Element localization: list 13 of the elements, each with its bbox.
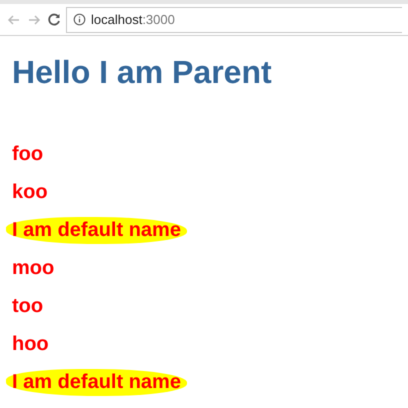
list-text: too <box>11 294 44 318</box>
reload-icon[interactable] <box>46 12 62 28</box>
address-port: :3000 <box>142 12 175 27</box>
list-text: moo <box>11 256 56 280</box>
info-icon[interactable] <box>73 13 86 26</box>
page-heading: Hello I am Parent <box>12 54 273 91</box>
address-host: localhost <box>91 12 142 27</box>
address-bar[interactable]: localhost:3000 <box>66 6 402 32</box>
highlighted-text: I am default name <box>6 216 187 244</box>
list-text: hoo <box>11 332 50 356</box>
list-text: koo <box>11 180 49 204</box>
list-text: foo <box>11 142 44 166</box>
highlighted-text: I am default name <box>6 368 187 396</box>
